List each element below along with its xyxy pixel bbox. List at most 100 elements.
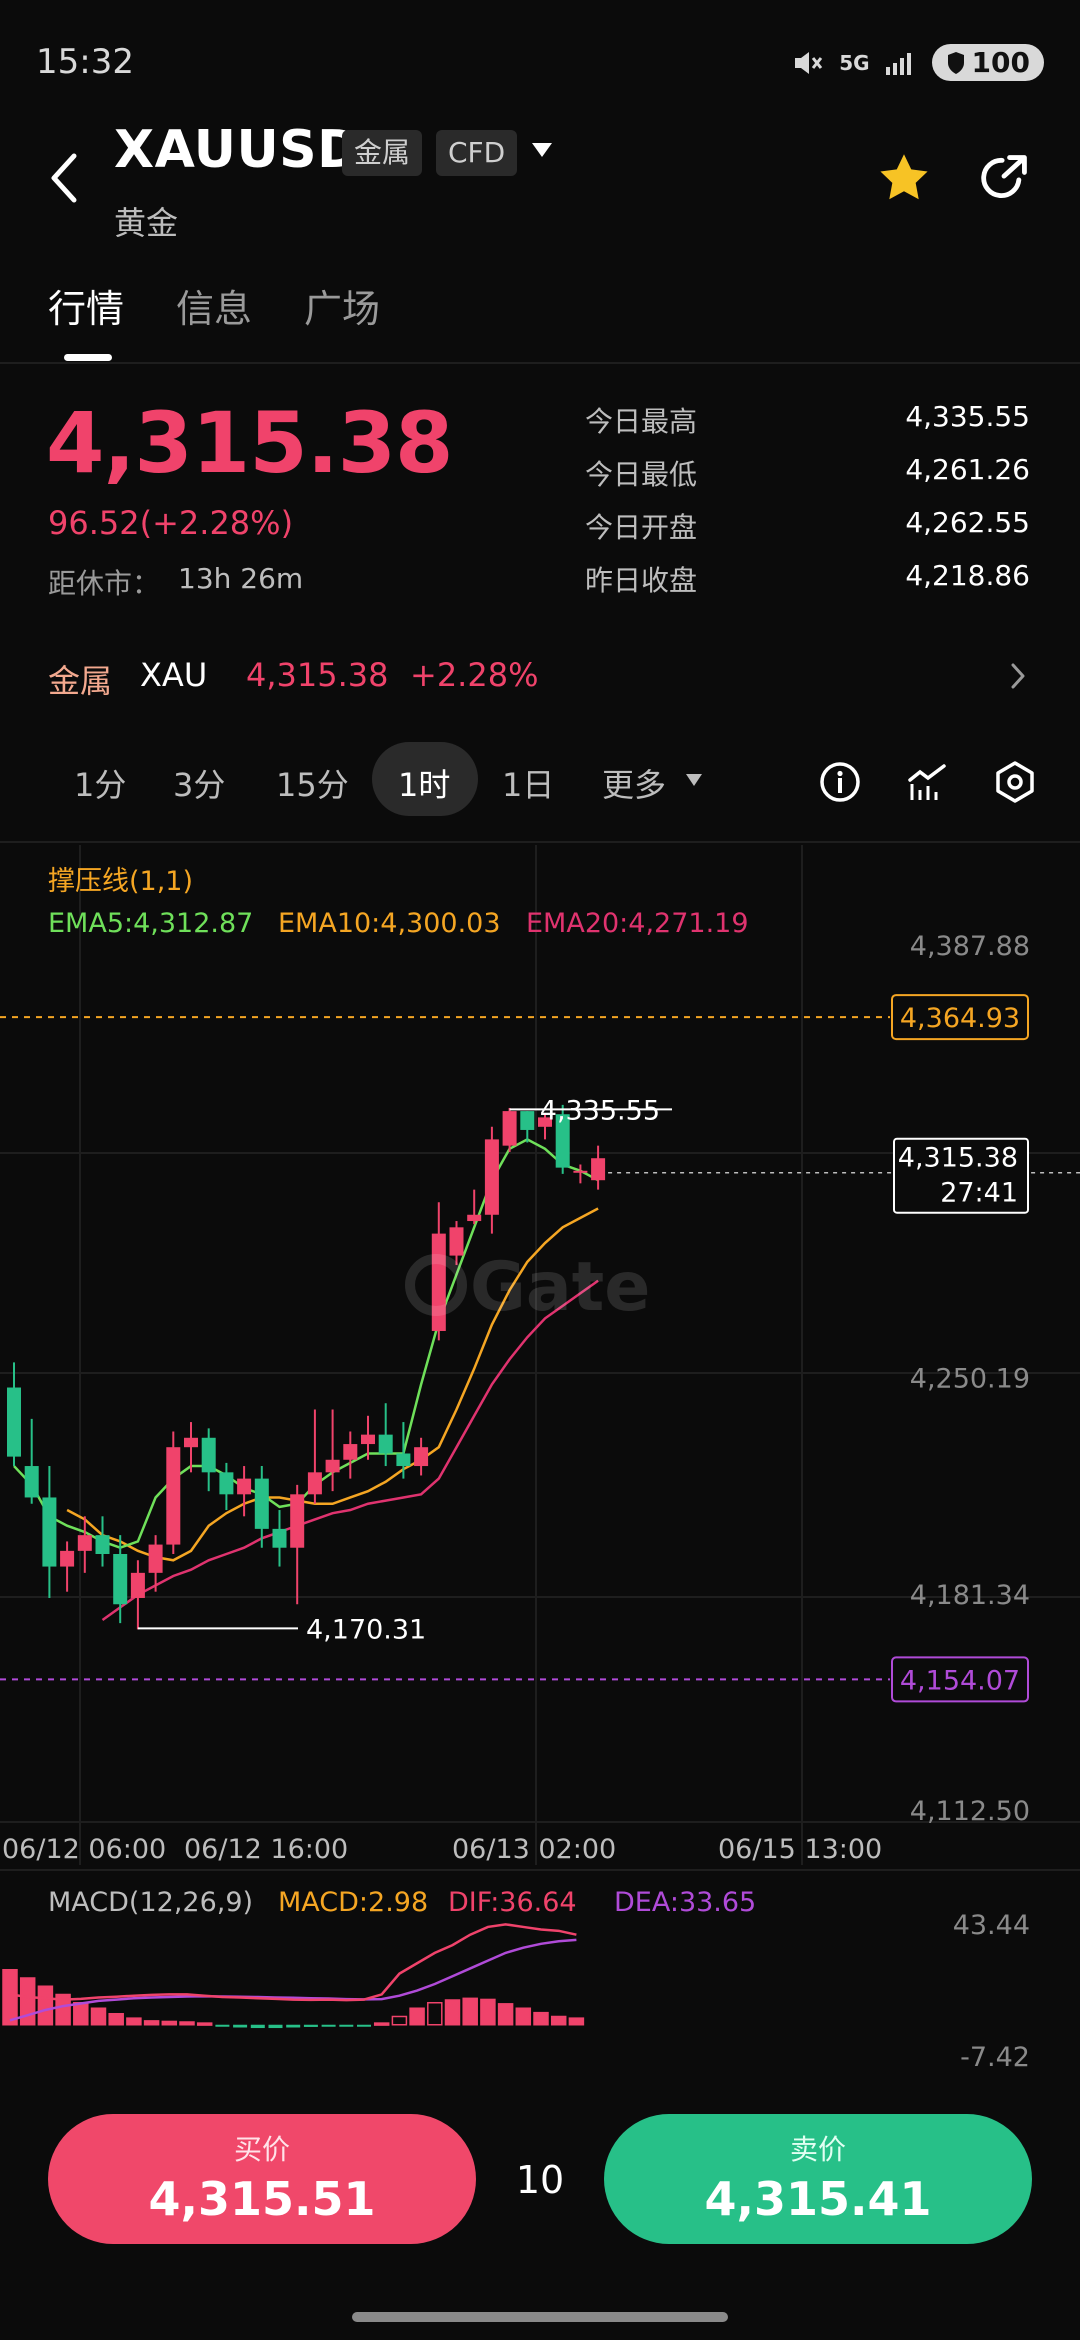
candle-body [361, 1434, 375, 1445]
candle-body [431, 1233, 446, 1331]
signal-icon [885, 52, 911, 75]
macd-histogram-bar [568, 2017, 585, 2026]
share-icon[interactable] [978, 150, 1030, 206]
candle-body [113, 1553, 128, 1605]
settings-icon[interactable] [993, 760, 1037, 804]
related-price: 4,315.38 [246, 656, 389, 694]
market-close-label: 距休市： [48, 567, 161, 600]
macd-histogram-bar [108, 2012, 124, 2026]
macd-histogram-bar [427, 2001, 443, 2026]
macd-histogram-bar [303, 2024, 318, 2027]
support-tag: 4,154.07 [900, 1665, 1020, 1696]
battery-indicator: 100 [931, 44, 1044, 81]
gate-watermark-logo: Gate [405, 1248, 650, 1327]
candle-body [591, 1158, 606, 1181]
chevron-right-icon[interactable] [1008, 660, 1028, 692]
interval-1m[interactable]: 1分 [74, 760, 126, 806]
home-indicator[interactable] [352, 2312, 728, 2322]
stat-label-prev-close: 昨日收盘 [585, 564, 698, 597]
candle-body [272, 1528, 287, 1548]
macd-histogram-bar [126, 2017, 142, 2026]
macd-histogram-bar [233, 2024, 248, 2028]
tab-square[interactable]: 广场 [304, 278, 380, 333]
sell-button[interactable]: 卖价 4,315.41 [604, 2114, 1032, 2244]
shield-icon [947, 51, 964, 74]
tabs-divider [0, 362, 1080, 364]
favorite-star-icon[interactable] [876, 150, 932, 206]
macd-histogram-bar [215, 2024, 230, 2027]
price-chart[interactable]: 撑压线(1,1) EMA5:4,312.87 EMA10:4,300.03 EM… [0, 840, 1080, 2080]
related-change: +2.28% [410, 656, 539, 694]
macd-histogram-bar [196, 2022, 213, 2026]
ema5-line [13, 1137, 599, 1550]
interval-more[interactable]: 更多 [602, 760, 666, 806]
macd-histogram-bar [339, 2024, 354, 2027]
candle-body [484, 1139, 499, 1215]
support-resistance-lines: 4,364.93 4,154.07 [0, 994, 1029, 1703]
related-symbol: XAU [140, 656, 208, 694]
buy-label: 买价 [233, 2133, 290, 2166]
indicator-icon[interactable] [906, 760, 950, 804]
stat-value-low: 4,261.26 [905, 453, 1030, 486]
current-price-label: 4,315.38 [898, 1143, 1018, 1174]
sell-price: 4,315.41 [704, 2172, 932, 2226]
interval-1h[interactable]: 1时 [398, 760, 450, 806]
macd-histogram-bar [90, 2007, 107, 2026]
x-axis-ticks: 06/12 06:00 06/12 16:00 06/13 02:00 06/15 1… [2, 1834, 882, 1865]
sell-label: 卖价 [789, 2133, 846, 2166]
back-button[interactable] [44, 148, 84, 208]
candle-body [166, 1447, 181, 1545]
macd-histogram-bar [250, 2024, 265, 2029]
tab-market[interactable]: 行情 [48, 278, 124, 333]
x-tick-label: 06/12 06:00 [2, 1834, 166, 1865]
interval-3m[interactable]: 3分 [173, 760, 225, 806]
y-tick-label: 4,181.34 [910, 1580, 1030, 1611]
related-category: 金属 [48, 662, 113, 700]
candle-body [254, 1478, 269, 1529]
candle-body [130, 1572, 145, 1598]
candle-body [378, 1434, 393, 1454]
y-tick-label: 4,112.50 [910, 1796, 1030, 1827]
candle-body [307, 1472, 322, 1495]
macd-panel: 43.44 -7.42 [2, 1910, 1030, 2073]
low-marker-label: 4,170.31 [306, 1614, 426, 1645]
candle-body [290, 1494, 305, 1548]
candle-body [520, 1111, 535, 1130]
candle-body [42, 1497, 57, 1567]
candle-body [573, 1170, 588, 1173]
countdown-label: 27:41 [940, 1178, 1018, 1209]
macd-histogram-bar [533, 2011, 549, 2026]
macd-histogram-bar [2, 1968, 18, 2026]
dif-line [9, 1923, 577, 2002]
interval-more-caret-icon[interactable] [684, 772, 704, 788]
macd-histogram-bar [550, 2015, 567, 2026]
interval-1d[interactable]: 1日 [502, 760, 554, 806]
sr-indicator-title: 撑压线(1,1) [48, 866, 193, 897]
interval-15m[interactable]: 15分 [276, 760, 349, 806]
macd-title: MACD(12,26,9) [48, 1887, 253, 1918]
candle-body [237, 1478, 252, 1495]
trade-quantity[interactable]: 10 [476, 2158, 604, 2202]
candle-body [325, 1459, 340, 1473]
macd-histogram-bar [357, 2024, 371, 2027]
symbol-name: 黄金 [114, 204, 179, 242]
symbol-title: XAUUSD [114, 120, 361, 180]
legend-ema10: EMA10:4,300.03 [278, 908, 501, 939]
active-tab-indicator [64, 354, 112, 361]
mute-icon [795, 51, 823, 74]
info-icon[interactable] [818, 760, 862, 804]
network-type: 5G [839, 50, 870, 75]
macd-histogram-bar [143, 2020, 160, 2026]
macd-y-tick: 43.44 [953, 1910, 1030, 1941]
macd-histogram-bar [321, 2024, 336, 2027]
status-icons: 5G 100 [791, 44, 1044, 81]
macd-histogram-bar [480, 1998, 496, 2026]
y-tick-label: 4,250.19 [910, 1364, 1030, 1395]
buy-button[interactable]: 买价 4,315.51 [48, 2114, 476, 2244]
macd-histogram-bar [444, 1999, 461, 2026]
macd-histogram-bar [515, 2007, 532, 2026]
symbol-dropdown-icon[interactable] [530, 140, 554, 160]
y-tick-label: 4,387.88 [910, 931, 1030, 962]
stat-value-prev-close: 4,218.86 [905, 559, 1030, 592]
tab-info[interactable]: 信息 [176, 278, 252, 333]
